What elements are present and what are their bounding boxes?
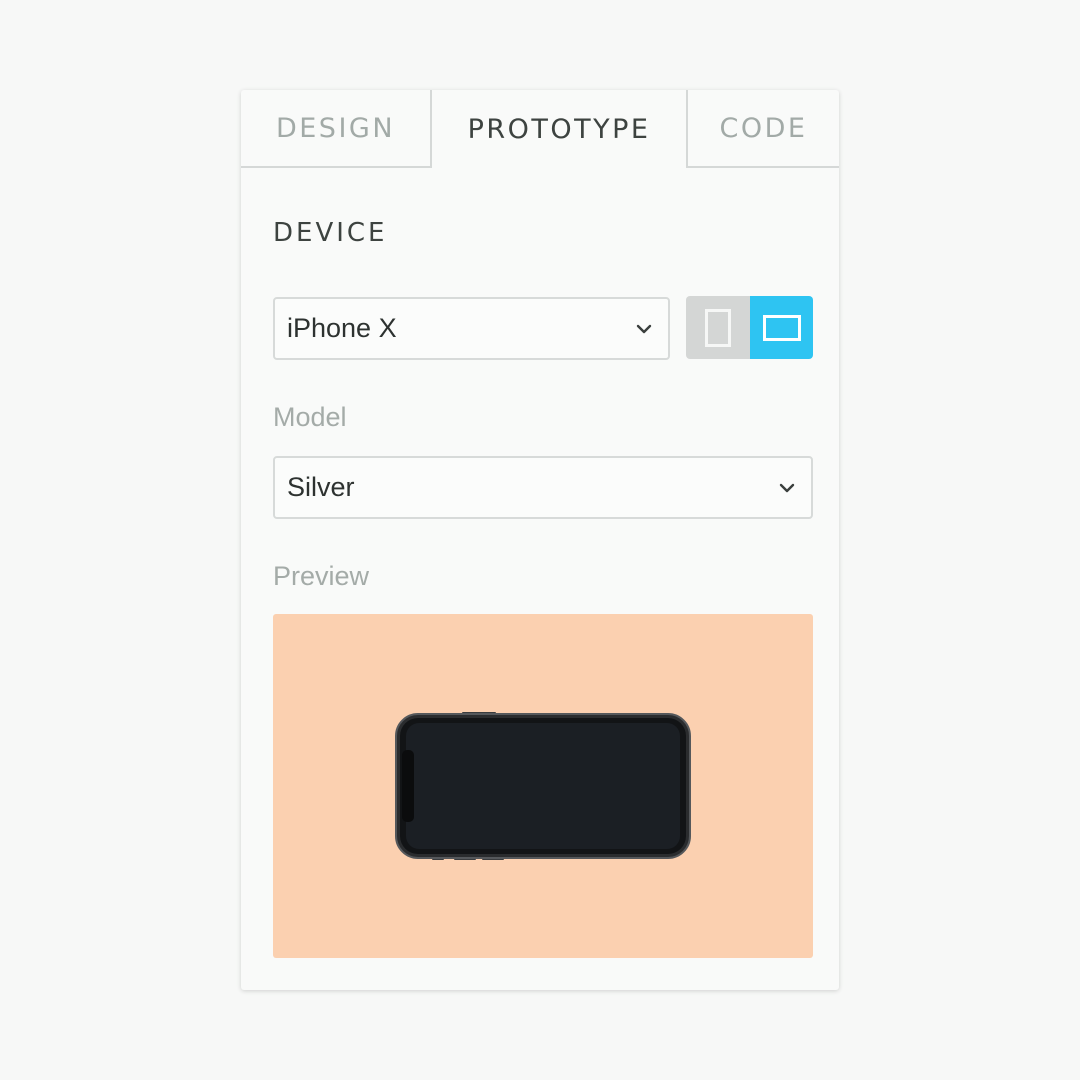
portrait-icon xyxy=(705,308,731,347)
iphone-x-landscape-image xyxy=(395,712,691,860)
preview-area xyxy=(273,614,813,958)
chevron-down-icon xyxy=(636,324,652,333)
preview-label: Preview xyxy=(273,561,370,591)
landscape-icon xyxy=(762,314,801,341)
portrait-button[interactable] xyxy=(686,296,750,359)
tab-code[interactable]: CODE xyxy=(688,90,839,168)
model-select[interactable]: Silver xyxy=(273,456,813,519)
device-select-value: iPhone X xyxy=(287,313,397,343)
device-section-title: DEVICE xyxy=(273,218,388,248)
model-label: Model xyxy=(273,402,347,432)
chevron-down-icon xyxy=(779,483,795,492)
landscape-button[interactable] xyxy=(750,296,813,359)
model-select-value: Silver xyxy=(287,472,355,502)
tab-bar: DESIGN PROTOTYPE CODE xyxy=(241,90,839,168)
tab-design[interactable]: DESIGN xyxy=(241,90,430,168)
device-select[interactable]: iPhone X xyxy=(273,297,670,360)
orientation-toggle xyxy=(686,296,813,359)
prototype-panel: DESIGN PROTOTYPE CODE DEVICE iPhone X Mo… xyxy=(241,90,839,990)
tab-prototype[interactable]: PROTOTYPE xyxy=(430,90,688,168)
